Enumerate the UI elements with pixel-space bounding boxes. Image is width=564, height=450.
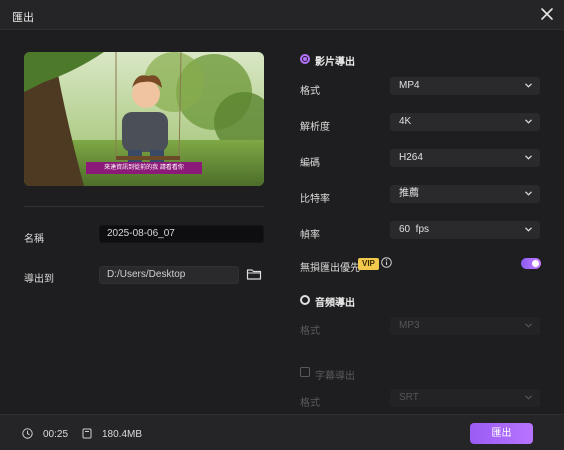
title-bar: 匯出 <box>0 0 564 30</box>
bitrate-label: 比特率 <box>300 194 330 205</box>
name-label: 名稱 <box>24 234 44 245</box>
audio-format-label: 格式 <box>300 326 320 337</box>
clock-icon <box>22 428 33 439</box>
chevron-down-icon <box>525 155 532 160</box>
video-export-radio[interactable] <box>300 54 310 64</box>
chevron-down-icon <box>525 227 532 232</box>
info-icon[interactable] <box>381 257 392 268</box>
divider <box>24 206 264 207</box>
resolution-select[interactable]: 4K <box>390 113 540 131</box>
codec-select[interactable]: H264 <box>390 149 540 167</box>
subtitle-format-select: SRT <box>390 389 540 407</box>
subtitle-format-value: SRT <box>399 392 419 403</box>
codec-label: 編碼 <box>300 158 320 169</box>
framerate-select[interactable]: 60 fps <box>390 221 540 239</box>
subtitle-export-title: 字幕導出 <box>315 371 355 382</box>
framerate-label: 幀率 <box>300 230 320 241</box>
folder-icon[interactable] <box>246 267 262 281</box>
export-button[interactable]: 匯出 <box>470 423 533 444</box>
close-icon[interactable] <box>538 5 556 23</box>
format-select[interactable]: MP4 <box>390 77 540 95</box>
chevron-down-icon <box>525 83 532 88</box>
codec-value: H264 <box>399 152 423 163</box>
window-title: 匯出 <box>12 12 34 24</box>
file-size-icon <box>82 428 92 439</box>
framerate-value: 60 fps <box>399 224 430 235</box>
name-input[interactable]: 2025-08-06_07 <box>99 225 264 243</box>
footer-bar: 00:25 180.4MB 匯出 <box>0 414 564 450</box>
export-to-label: 導出到 <box>24 274 54 285</box>
format-value: MP4 <box>399 80 420 91</box>
audio-format-value: MP3 <box>399 320 420 331</box>
chevron-down-icon <box>525 119 532 124</box>
video-export-title: 影片導出 <box>315 57 355 68</box>
lossless-label: 無損匯出優先 <box>300 263 360 274</box>
audio-export-radio[interactable] <box>300 295 310 305</box>
duration-text: 00:25 <box>43 429 69 440</box>
bitrate-value: 推薦 <box>399 188 419 199</box>
resolution-label: 解析度 <box>300 122 330 133</box>
subtitle-format-label: 格式 <box>300 398 320 409</box>
subtitle-export-checkbox[interactable] <box>300 367 310 377</box>
audio-export-title: 音頻導出 <box>315 298 355 309</box>
video-preview[interactable]: 來達資訊到從前的我 請看看你 <box>24 52 264 186</box>
path-input[interactable]: D:/Users/Desktop <box>99 266 239 284</box>
lossless-toggle[interactable] <box>521 258 541 269</box>
audio-format-select: MP3 <box>390 317 540 335</box>
chevron-down-icon <box>525 395 532 400</box>
format-label: 格式 <box>300 86 320 97</box>
vip-badge: VIP <box>358 258 379 270</box>
resolution-value: 4K <box>399 116 412 127</box>
chevron-down-icon <box>525 323 532 328</box>
chevron-down-icon <box>525 191 532 196</box>
bitrate-select[interactable]: 推薦 <box>390 185 540 203</box>
file-size-text: 180.4MB <box>102 429 143 440</box>
subtitle-overlay: 來達資訊到從前的我 請看看你 <box>86 162 202 174</box>
